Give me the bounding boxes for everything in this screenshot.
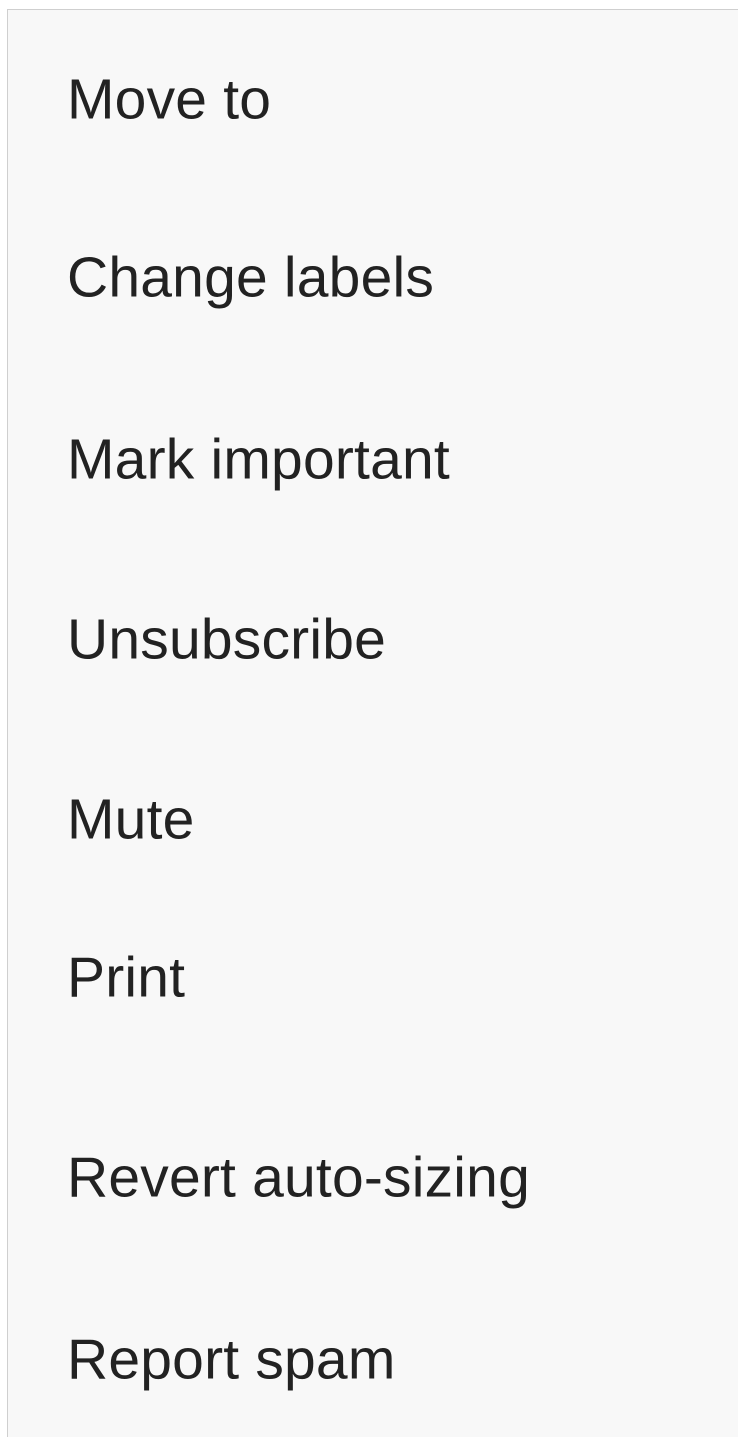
menu-item-label: Mark important xyxy=(67,427,450,492)
menu-item-report-spam[interactable]: Report spam xyxy=(8,1270,738,1450)
menu-item-mute[interactable]: Mute xyxy=(8,730,738,910)
menu-item-mark-important[interactable]: Mark important xyxy=(8,370,738,550)
menu-item-change-labels[interactable]: Change labels xyxy=(8,188,738,368)
menu-item-label: Report spam xyxy=(67,1327,396,1392)
menu-item-unsubscribe[interactable]: Unsubscribe xyxy=(8,550,738,730)
menu-item-label: Move to xyxy=(67,67,272,132)
overflow-menu: Move to Change labels Mark important Uns… xyxy=(7,9,738,1437)
menu-item-revert-auto-sizing[interactable]: Revert auto-sizing xyxy=(8,1088,738,1268)
menu-item-move-to[interactable]: Move to xyxy=(8,10,738,190)
menu-item-label: Revert auto-sizing xyxy=(67,1145,530,1210)
menu-item-label: Change labels xyxy=(67,245,435,310)
menu-item-label: Print xyxy=(67,945,186,1010)
menu-item-label: Unsubscribe xyxy=(67,607,387,672)
menu-item-label: Mute xyxy=(67,787,195,852)
menu-item-print[interactable]: Print xyxy=(8,888,738,1068)
